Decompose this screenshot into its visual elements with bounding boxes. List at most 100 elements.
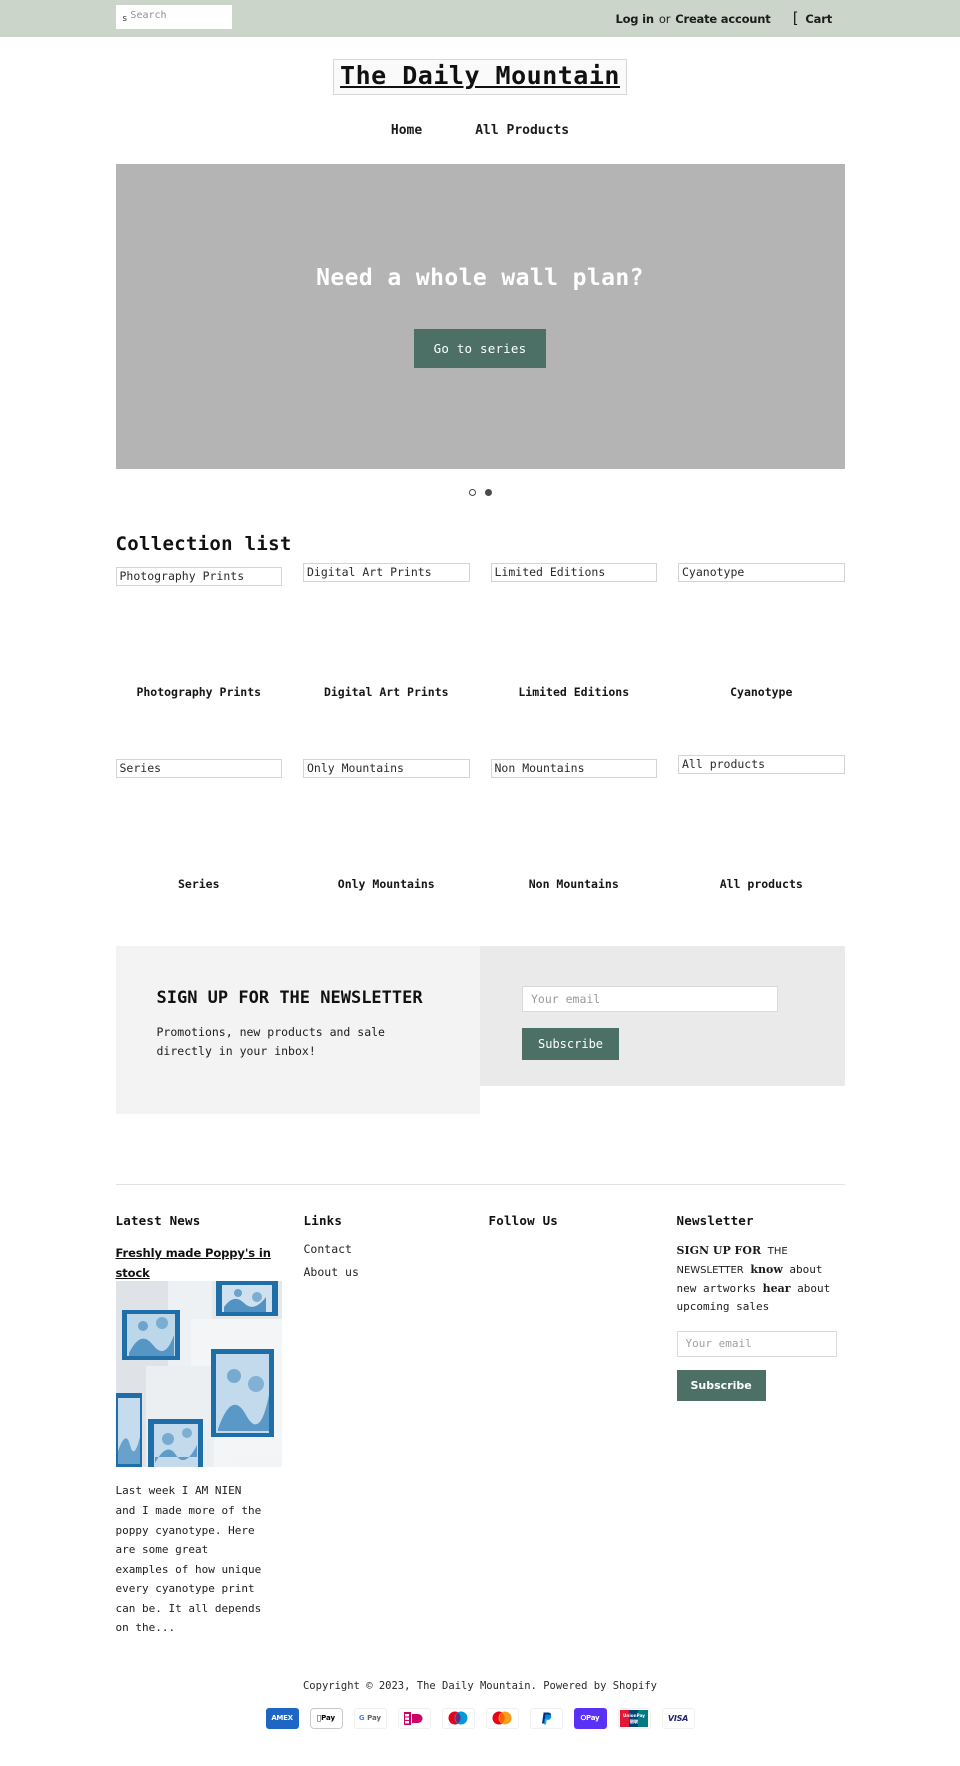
collection-caption: Photography Prints: [136, 685, 262, 699]
site-header: The Daily Mountain Home All Products: [0, 37, 960, 138]
broken-image-placeholder: Digital Art Prints: [303, 563, 470, 667]
collection-card-limited-editions[interactable]: Limited Editions Limited Editions: [490, 563, 657, 699]
image-alt-text: Limited Editions: [490, 563, 657, 582]
unionpay-glyph: UnionPay 银联: [620, 1709, 648, 1727]
footer-column-follow-us: Follow Us: [489, 1213, 677, 1638]
collection-grid-row-2: Series Series Only Mountains Only Mounta…: [115, 755, 845, 891]
nav-item-home[interactable]: Home: [391, 123, 422, 138]
collection-card-series[interactable]: Series Series: [115, 759, 282, 891]
maestro-glyph: [448, 1711, 468, 1725]
latest-news-article-title[interactable]: Freshly made Poppy's in stock: [116, 1246, 271, 1280]
image-alt-text: Digital Art Prints: [303, 563, 470, 582]
collection-caption: All products: [719, 877, 803, 891]
promo-subtitle: Promotions, new products and sale direct…: [156, 1024, 385, 1058]
footer-link-contact[interactable]: Contact: [304, 1242, 489, 1256]
maestro-icon: [441, 1707, 475, 1729]
cart-label: Cart: [805, 11, 832, 26]
promo-email-input[interactable]: [522, 986, 778, 1012]
collection-card-photography-prints[interactable]: Photography Prints Photography Prints: [115, 567, 282, 699]
google-pay-icon: G Pay: [353, 1707, 387, 1729]
collection-caption: Only Mountains: [337, 877, 435, 891]
copyright-text: Copyright © 2023, The Daily Mountain. Po…: [302, 1679, 657, 1692]
broken-image-placeholder: Series: [115, 759, 282, 859]
image-alt-text: Only Mountains: [303, 759, 470, 778]
broken-image-placeholder: All products: [678, 755, 845, 859]
broken-image-placeholder: Limited Editions: [490, 563, 657, 667]
account-links: Log in or Create account [ Cart: [615, 0, 832, 37]
latest-news-excerpt: Last week I AM NIEN and I made more of t…: [115, 1484, 262, 1635]
footer-newsletter-body: SIGN UP FOR THE NEWSLETTER know about ne…: [677, 1242, 839, 1317]
utility-bar: s Log in or Create account [ Cart: [0, 0, 960, 37]
search-input[interactable]: [127, 10, 218, 24]
image-alt-text: Cyanotype: [678, 563, 845, 582]
site-logo[interactable]: The Daily Mountain: [333, 59, 627, 95]
shop-pay-icon: ⭘Pay: [573, 1707, 607, 1729]
site-footer: Latest News Freshly made Poppy's in stoc…: [115, 1184, 845, 1638]
newsletter-body-hear: hear: [762, 1281, 791, 1295]
collection-card-non-mountains[interactable]: Non Mountains Non Mountains: [490, 759, 657, 891]
image-alt-text: Photography Prints: [115, 567, 282, 586]
svg-text:银联: 银联: [630, 1718, 639, 1725]
collection-caption: Non Mountains: [528, 877, 619, 891]
collection-list-section: Collection list Photography Prints Photo…: [115, 533, 845, 891]
payment-methods: AMEX Pay G Pay ⭘Pay: [0, 1707, 960, 1755]
footer-column-latest-news: Latest News Freshly made Poppy's in stoc…: [115, 1213, 304, 1638]
hero-slideshow: Need a whole wall plan? Go to series: [115, 164, 845, 469]
or-separator: or: [658, 11, 671, 26]
broken-image-placeholder: Only Mountains: [303, 759, 470, 859]
collection-card-only-mountains[interactable]: Only Mountains Only Mountains: [303, 759, 470, 891]
slideshow-dot-2[interactable]: [484, 488, 492, 496]
collection-caption: Series: [177, 877, 220, 891]
image-alt-text: Series: [115, 759, 282, 778]
footer-column-links: Links Contact About us: [304, 1213, 489, 1638]
visa-icon: VISA: [661, 1707, 695, 1729]
links-heading: Links: [303, 1213, 343, 1228]
mastercard-glyph: [492, 1711, 512, 1725]
image-alt-text: All products: [678, 755, 845, 774]
collection-card-all-products[interactable]: All products All products: [678, 755, 845, 891]
collection-card-digital-art-prints[interactable]: Digital Art Prints Digital Art Prints: [303, 563, 470, 699]
promo-subscribe-button[interactable]: Subscribe: [522, 1028, 620, 1060]
ideal-icon: [397, 1707, 431, 1729]
hero-title: Need a whole wall plan?: [316, 265, 644, 291]
cart-icon: [: [790, 9, 800, 27]
image-alt-text: Non Mountains: [490, 759, 657, 778]
collection-card-cyanotype[interactable]: Cyanotype Cyanotype: [678, 563, 845, 699]
collection-caption: Limited Editions: [518, 685, 630, 699]
unionpay-icon: UnionPay 银联: [617, 1707, 651, 1729]
search-icon: s: [122, 14, 128, 24]
main-navigation: Home All Products: [0, 123, 960, 138]
newsletter-promo-section: SIGN UP FOR THE NEWSLETTER Promotions, n…: [115, 946, 845, 1114]
broken-image-placeholder: Cyanotype: [678, 563, 845, 667]
collection-caption: Digital Art Prints: [323, 685, 449, 699]
footer-link-about-us[interactable]: About us: [304, 1265, 489, 1279]
footer-column-newsletter: Newsletter SIGN UP FOR THE NEWSLETTER kn…: [676, 1213, 845, 1638]
go-to-series-button[interactable]: Go to series: [413, 329, 547, 368]
collection-caption: Cyanotype: [730, 685, 793, 699]
broken-image-placeholder: Photography Prints: [115, 567, 282, 667]
slideshow-dot-1[interactable]: [468, 488, 476, 496]
ideal-glyph: [403, 1710, 425, 1726]
promo-title: SIGN UP FOR THE NEWSLETTER: [156, 988, 423, 1008]
footer-email-input[interactable]: [676, 1330, 837, 1357]
create-account-link[interactable]: Create account: [675, 12, 771, 26]
nav-item-all-products[interactable]: All Products: [475, 123, 569, 138]
mastercard-icon: [485, 1707, 519, 1729]
search-field[interactable]: s: [116, 5, 232, 29]
promo-text-panel: SIGN UP FOR THE NEWSLETTER Promotions, n…: [115, 946, 480, 1114]
newsletter-body-signup: SIGN UP FOR: [676, 1244, 762, 1257]
footer-subscribe-button[interactable]: Subscribe: [676, 1369, 766, 1401]
cart-link[interactable]: [ Cart: [790, 9, 833, 27]
collection-grid-row-1: Photography Prints Photography Prints Di…: [115, 563, 845, 699]
apple-pay-icon: Pay: [309, 1707, 343, 1729]
promo-form-panel: Subscribe: [480, 946, 845, 1086]
broken-image-placeholder: Non Mountains: [490, 759, 657, 859]
login-link[interactable]: Log in: [615, 12, 654, 26]
follow-us-heading: Follow Us: [488, 1213, 559, 1228]
newsletter-body-know: know: [750, 1262, 783, 1276]
slideshow-dots: [116, 485, 845, 499]
latest-news-heading: Latest News: [115, 1213, 201, 1228]
footer-newsletter-heading: Newsletter: [676, 1213, 754, 1228]
latest-news-thumbnail[interactable]: [115, 1281, 282, 1468]
cyanotype-prints-photo: [115, 1281, 282, 1468]
